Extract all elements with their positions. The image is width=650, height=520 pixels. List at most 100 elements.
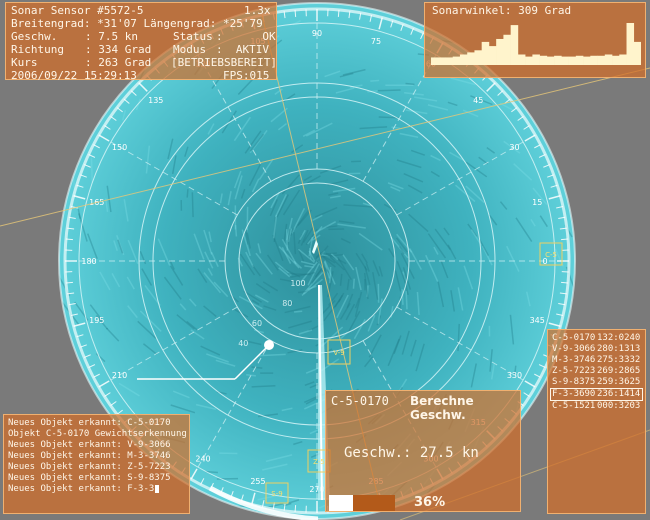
- sonar-bar: [633, 41, 641, 65]
- log-line: Neues Objekt erkannt: S-9-8375: [8, 473, 171, 483]
- sonar-bar: [431, 57, 439, 65]
- sonar-bar: [597, 55, 606, 65]
- sonar-bar: [575, 55, 584, 65]
- object-list-row[interactable]: S-9-8375 259:3625: [552, 377, 641, 388]
- direction-value: : 334 Grad: [85, 43, 152, 56]
- calc-progress-fill: [329, 495, 353, 511]
- sonar-bar: [604, 54, 613, 65]
- latitude-value: *31'07: [97, 17, 137, 30]
- latitude-label: Breitengrad:: [11, 17, 91, 30]
- sonar-bar: [546, 56, 555, 65]
- direction-label: Richtung: [11, 43, 64, 56]
- bearing-label: 345: [530, 316, 545, 325]
- bearing-label: 135: [148, 96, 163, 105]
- course-state: [BETRIEBSBEREIT]: [171, 56, 277, 69]
- log-line: Neues Objekt erkannt: C-5-0170: [8, 418, 171, 428]
- log-line: Neues Objekt erkannt: M-3-3746: [8, 451, 171, 461]
- sonar-angle-title: Sonarwinkel: 309 Grad: [432, 4, 572, 17]
- object-list-row[interactable]: M-3-3746 275:3332: [552, 355, 641, 366]
- bearing-label: 255: [250, 477, 265, 486]
- mode-label: Modus: [173, 43, 207, 56]
- datetime: 2006/09/22 15:29:13: [11, 69, 137, 82]
- bearing-label: 75: [371, 37, 381, 46]
- text-cursor: [155, 484, 160, 493]
- object-list-row[interactable]: V-9-3066 280:1313: [552, 344, 641, 355]
- status-value: : OK: [216, 30, 276, 43]
- status-panel: Sonar Sensor #5572-5 1.3x Breitengrad: *3…: [5, 2, 277, 82]
- object-value: 259:3625: [597, 377, 641, 387]
- bearing-label: 180: [81, 257, 96, 266]
- sonar-bar: [459, 54, 468, 65]
- bearing-label: 210: [112, 371, 127, 380]
- log-line: Neues Objekt erkannt: F-3-3: [8, 484, 185, 495]
- course-label: Kurs: [11, 56, 38, 69]
- sonar-bar: [496, 38, 504, 65]
- sonar-bar: [488, 46, 497, 65]
- sonar-bar: [481, 41, 490, 65]
- course-value: : 263 Grad: [85, 56, 152, 69]
- longitude-value: *25'79: [222, 17, 263, 30]
- sonar-bar: [532, 54, 540, 65]
- fps-counter: FPS:015: [223, 69, 270, 82]
- object-id: C-5-1521: [552, 401, 596, 411]
- object-id: Z-5-7223: [552, 366, 596, 376]
- sonar-bar: [503, 34, 511, 65]
- sonar-bar: [517, 54, 526, 65]
- sonar-bar: [568, 56, 577, 65]
- target-calc-panel: C-5-0170 Berechne Geschw. Geschw.: 27.5 …: [325, 390, 521, 512]
- sonar-bar: [554, 55, 562, 65]
- calc-action-label: Berechne Geschw.: [410, 394, 474, 422]
- object-list-row[interactable]: C-5-0170 132:0240: [552, 333, 641, 344]
- bearing-label: 30: [509, 143, 519, 152]
- object-list-row[interactable]: C-5-1521 000:3203: [552, 401, 641, 412]
- sonar-bar: [590, 55, 598, 65]
- object-value: 132:0240: [597, 333, 641, 343]
- sensor-name: Sonar Sensor #5572-5: [11, 4, 144, 17]
- target-label: C-5: [545, 251, 557, 259]
- bearing-label: 90: [312, 29, 322, 38]
- bearing-label: 330: [507, 371, 522, 380]
- sonar-bar: [445, 57, 454, 65]
- speed-label: Geschw.: [11, 30, 58, 43]
- range-label: 60: [252, 319, 262, 328]
- range-label: 80: [282, 299, 292, 308]
- object-list-row[interactable]: Z-5-7223 269:2865: [552, 366, 641, 377]
- object-value: 275:3332: [597, 355, 641, 365]
- sonar-bar: [525, 56, 533, 65]
- log-line: Neues Objekt erkannt: Z-5-7223: [8, 462, 171, 472]
- calc-progress-percent: 36%: [414, 495, 446, 510]
- event-log-panel: Neues Objekt erkannt: C-5-0170 Objekt C-5…: [3, 414, 190, 514]
- status-label: Status: [173, 30, 213, 43]
- speed-value: : 7.5 kn: [85, 30, 138, 43]
- bearing-label: 15: [532, 198, 542, 207]
- object-value: 000:3203: [597, 401, 641, 411]
- sonar-bar: [438, 57, 446, 65]
- sonar-bar: [539, 55, 548, 65]
- object-id: V-9-3066: [552, 344, 596, 354]
- sonar-bar: [626, 23, 635, 65]
- sonar-bar: [561, 56, 569, 65]
- range-label: 40: [238, 339, 248, 348]
- target-label: S-9: [271, 490, 282, 498]
- object-value: 280:1313: [597, 344, 641, 354]
- range-label: 100: [290, 279, 305, 288]
- target-label: V-9: [333, 349, 344, 357]
- sonar-bar: [452, 56, 461, 65]
- object-list-panel[interactable]: C-5-0170 132:0240 V-9-3066 280:1313 M-3-3746…: [547, 329, 646, 514]
- sonar-histogram: [431, 23, 641, 65]
- mode-value: : AKTIV: [216, 43, 269, 56]
- calc-target-id: C-5-0170: [331, 394, 389, 408]
- bearing-label: 150: [112, 143, 127, 152]
- object-id: M-3-3746: [552, 355, 596, 365]
- bearing-label: 45: [473, 96, 483, 105]
- sonar-bar: [619, 54, 627, 65]
- object-value: 236:1414: [597, 389, 641, 399]
- object-list-row[interactable]: F-3-3690 236:1414: [550, 388, 643, 401]
- bearing-label: 240: [195, 454, 210, 463]
- object-id: F-3-3690: [552, 389, 596, 399]
- object-id: C-5-0170: [552, 333, 596, 343]
- calc-progress-bar: [329, 495, 395, 511]
- bearing-label: 195: [89, 316, 104, 325]
- sonar-bar: [612, 55, 620, 65]
- target-label: Z-5: [313, 458, 325, 466]
